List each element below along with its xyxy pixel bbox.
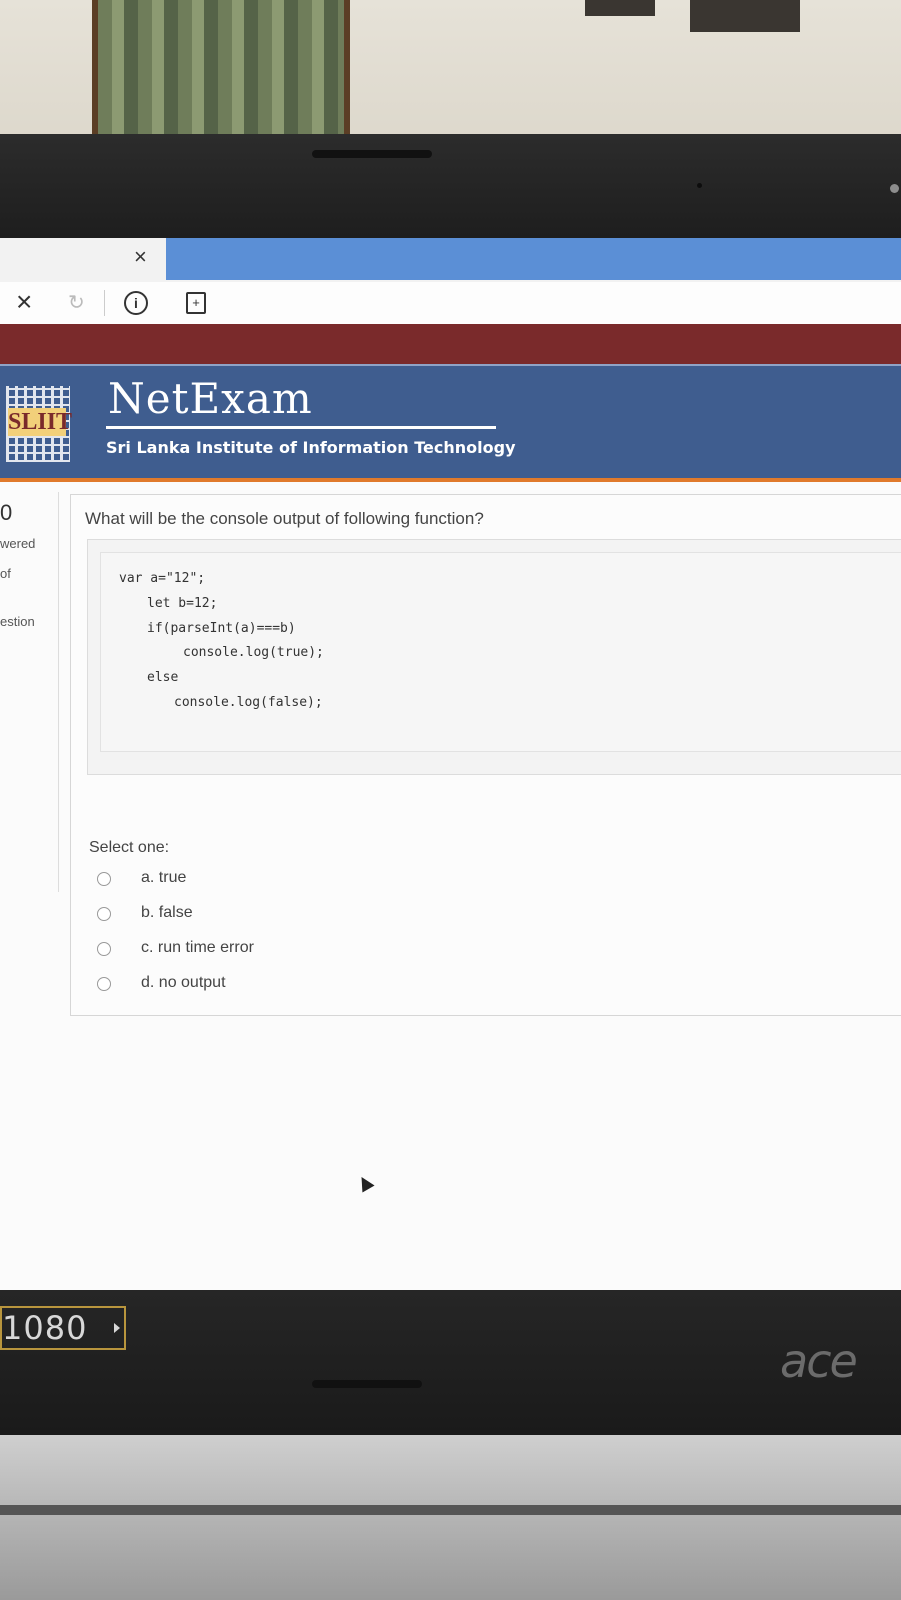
- radio-button[interactable]: [97, 942, 111, 956]
- flag-question-text[interactable]: estion: [0, 614, 35, 629]
- site-header: SLIIT NetExam Sri Lanka Institute of Inf…: [0, 364, 901, 482]
- marks-text: of: [0, 566, 11, 581]
- tab-active[interactable]: [166, 238, 901, 280]
- play-arrow-icon: [114, 1323, 120, 1333]
- option-label[interactable]: a. true: [141, 869, 186, 887]
- option-label[interactable]: d. no output: [141, 974, 226, 992]
- radio-button[interactable]: [97, 907, 111, 921]
- option-label[interactable]: b. false: [141, 904, 193, 922]
- question-number: 0: [0, 500, 13, 525]
- bezel-notch: [312, 150, 432, 158]
- tab-close-icon[interactable]: ×: [134, 244, 147, 270]
- info-icon[interactable]: i: [124, 291, 148, 315]
- radio-button[interactable]: [97, 872, 111, 886]
- curtain: [92, 0, 350, 138]
- code-line: console.log(false);: [174, 695, 323, 710]
- laptop-bottom-bezel: [0, 1290, 901, 1435]
- brand-underline: [106, 426, 496, 429]
- tab-bar: ×: [0, 238, 901, 282]
- desk-edge: [0, 1505, 901, 1515]
- code-line: console.log(true);: [183, 645, 324, 660]
- code-line: var a="12";: [119, 571, 206, 586]
- quiz-info-panel: 0 wered of estion: [0, 492, 59, 892]
- wall-frame: [585, 0, 655, 16]
- reload-icon[interactable]: ↻: [68, 290, 85, 315]
- screen: × × ↻ i + SLIIT NetExam Sri Lanka Instit…: [0, 238, 901, 1314]
- webcam: [697, 183, 702, 188]
- background-room: [0, 0, 901, 140]
- brand-title: NetExam: [108, 374, 313, 423]
- code-line: else: [147, 670, 179, 685]
- close-icon[interactable]: ×: [16, 286, 32, 318]
- desk-surface: [0, 1435, 901, 1600]
- option-label[interactable]: c. run time error: [141, 939, 254, 957]
- code-line: let b=12;: [147, 596, 218, 611]
- code-box: var a="12"; let b=12; if(parseInt(a)===b…: [87, 539, 901, 775]
- sliit-logo[interactable]: SLIIT: [6, 386, 73, 462]
- indicator-light: [890, 184, 899, 193]
- address-bar: × ↻ i +: [0, 282, 901, 325]
- separator: [104, 290, 105, 316]
- save-page-icon[interactable]: +: [186, 292, 206, 314]
- status-text: wered: [0, 536, 36, 551]
- select-one-label: Select one:: [89, 839, 170, 856]
- mouse-cursor-icon: [355, 1173, 375, 1193]
- acer-logo: ace: [780, 1334, 858, 1388]
- question-card: What will be the console output of follo…: [70, 494, 901, 1016]
- institute-name: Sri Lanka Institute of Information Techn…: [106, 438, 516, 457]
- code-line: if(parseInt(a)===b): [147, 621, 296, 636]
- logo-text: SLIIT: [8, 408, 73, 436]
- bezel-hinge: [312, 1380, 422, 1388]
- wall-frame: [690, 0, 800, 32]
- top-banner: [0, 324, 901, 364]
- resolution-badge: 1080: [0, 1306, 126, 1350]
- laptop-top-bezel: [0, 134, 901, 238]
- badge-text: 1080: [2, 1309, 88, 1347]
- radio-button[interactable]: [97, 977, 111, 991]
- code-block: var a="12"; let b=12; if(parseInt(a)===b…: [100, 552, 901, 752]
- question-text: What will be the console output of follo…: [85, 509, 484, 528]
